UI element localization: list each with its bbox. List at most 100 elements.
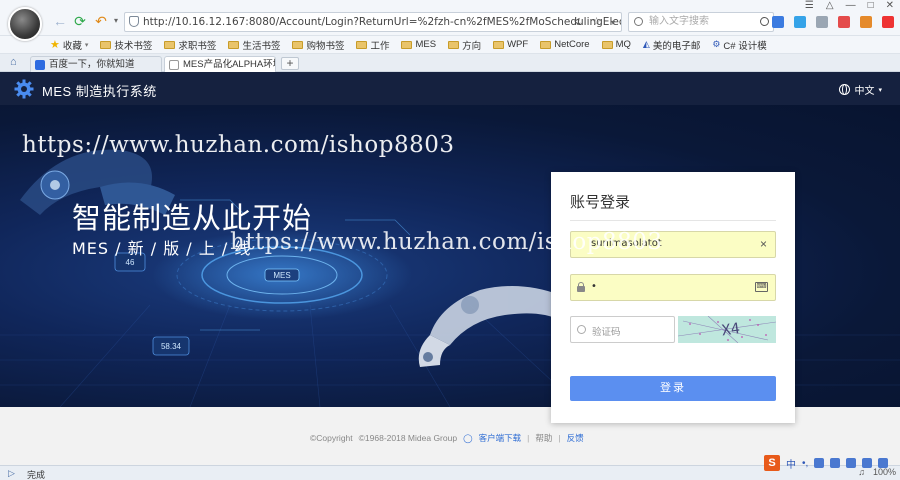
gear-icon: ⚙ [712, 39, 721, 49]
copyright-years: ©1968-2018 Midea Group [358, 433, 458, 443]
bookmark-label: 工作 [370, 40, 390, 52]
language-label: 中文 [854, 86, 875, 97]
extension-icon[interactable] [794, 16, 806, 28]
login-title: 账号登录 [570, 194, 631, 211]
bookmark-item[interactable]: ◭ 美的电子邮 [643, 38, 700, 52]
captcha-image[interactable]: X4 [678, 316, 776, 343]
captcha-input[interactable]: 验证码 [570, 316, 675, 343]
chevron-down-icon: ▾ [84, 41, 89, 49]
watermark-text: https://www.huzhan.com/ishop8803 [22, 132, 455, 158]
bookmarks-label: 收藏 [62, 40, 82, 52]
extension-icon[interactable] [882, 16, 894, 28]
password-field[interactable]: • ⌨ [570, 274, 776, 301]
hero-subtitle: MES / 新 / 版 / 上 / 线 [72, 239, 252, 258]
tab-baidu[interactable]: 百度一下，你就知道 [30, 56, 162, 72]
smile-icon[interactable] [814, 458, 825, 468]
folder-icon [601, 40, 613, 49]
chevron-down-icon[interactable]: ▾ [108, 13, 124, 29]
baidu-favicon-icon [35, 60, 45, 70]
tab-bar: ⌂ 百度一下，你就知道 MES产品化ALPHA环境( × + [0, 54, 900, 72]
bookmark-item[interactable]: MQ [601, 39, 631, 50]
bookmark-item[interactable]: 购物书签 [292, 38, 344, 52]
refresh-icon[interactable]: ⟳ [72, 13, 88, 29]
address-tools: ↯ ☆ ▾ [573, 13, 615, 31]
bookmark-label: MES [415, 39, 437, 50]
login-button[interactable]: 登录 [570, 376, 776, 401]
divider: | [558, 433, 561, 443]
bookmark-label: 方向 [462, 40, 482, 52]
window-controls: ☰ △ — □ ✕ [805, 0, 894, 11]
language-selector[interactable]: 中文 ▾ [839, 82, 882, 97]
bookmark-item[interactable]: 求职书签 [164, 38, 216, 52]
shield-icon [577, 325, 586, 334]
clear-icon[interactable]: × [760, 237, 767, 251]
restore-icon[interactable]: □ [868, 0, 874, 11]
download-icon: ◯ [463, 432, 473, 443]
extension-icon[interactable] [860, 16, 872, 28]
bookmark-label: 美的电子邮 [652, 40, 701, 52]
user-avatar[interactable] [8, 7, 42, 41]
lightning-icon[interactable]: ↯ [573, 15, 582, 28]
mic-icon[interactable] [830, 458, 841, 468]
puzzle-icon[interactable] [816, 16, 828, 28]
toolbox-icon[interactable] [878, 458, 889, 468]
client-download-link[interactable]: 客户端下载 [479, 432, 522, 444]
sidebar-toggle-icon[interactable]: ▷ [8, 468, 15, 479]
feedback-link[interactable]: 反馈 [567, 432, 584, 444]
bookmarks-bar: ★ 收藏 ▾ 技术书签 求职书签 生活书签 购物书签 工作 MES 方向 WPF… [0, 36, 900, 54]
folder-icon [493, 40, 505, 49]
search-placeholder: 输入文字搜索 [649, 16, 709, 27]
chevron-down-icon: ▾ [878, 86, 882, 94]
back-arrow-icon[interactable]: ← [52, 13, 68, 29]
extension-icon[interactable] [838, 16, 850, 28]
bookmarks-menu[interactable]: ★ 收藏 ▾ [50, 38, 88, 52]
skin-icon[interactable] [862, 458, 873, 468]
divider: | [527, 433, 530, 443]
app-title: MES 制造执行系统 [42, 84, 157, 99]
star-icon[interactable]: ☆ [592, 15, 602, 28]
ime-mode[interactable]: 中 [786, 456, 796, 471]
folder-icon [448, 40, 460, 49]
extension-icon[interactable] [772, 16, 784, 28]
new-tab-button[interactable]: + [281, 57, 299, 70]
search-input[interactable]: 输入文字搜索 [628, 12, 774, 32]
minimize-icon[interactable]: — [846, 0, 856, 11]
folder-icon [356, 40, 368, 49]
bookmark-item[interactable]: 工作 [356, 38, 389, 52]
watermark-text: https://www.huzhan.com/ishop8803 [230, 229, 663, 255]
folder-icon [292, 40, 304, 49]
bookmark-item[interactable]: WPF [493, 39, 528, 50]
keyboard-icon[interactable]: ⌨ [755, 282, 768, 292]
undo-icon[interactable]: ↶ [93, 13, 109, 29]
keyboard-icon[interactable] [846, 458, 857, 468]
bookmark-item[interactable]: 方向 [448, 38, 481, 52]
skin-icon[interactable]: △ [826, 0, 834, 11]
bookmark-item[interactable]: 技术书签 [100, 38, 152, 52]
search-icon[interactable] [760, 17, 769, 26]
lock-icon [577, 282, 585, 292]
bookmark-item[interactable]: MES [401, 39, 436, 50]
bookmark-label: C# 设计模 [723, 40, 767, 52]
address-bar[interactable]: http://10.16.12.167:8080/Account/Login?R… [124, 12, 622, 32]
tab-title: MES产品化ALPHA环境( [183, 59, 276, 70]
bookmark-item[interactable]: 生活书签 [228, 38, 280, 52]
tab-mes[interactable]: MES产品化ALPHA环境( × [164, 56, 276, 72]
bookmark-label: 求职书签 [178, 40, 217, 52]
copyright-text: ©Copyright [310, 433, 353, 443]
divider [570, 220, 776, 221]
home-icon[interactable]: ⌂ [10, 57, 21, 68]
close-icon[interactable]: ✕ [886, 0, 894, 11]
bookmark-item[interactable]: ⚙ C# 设计模 [712, 38, 766, 52]
menu-icon[interactable]: ☰ [805, 0, 814, 11]
punctuation-icon[interactable]: •, [802, 458, 808, 469]
bookmark-label: MQ [615, 39, 631, 50]
close-tab-icon[interactable]: × [265, 57, 271, 72]
status-text: 完成 [27, 470, 46, 480]
bookmark-label: 技术书签 [114, 40, 153, 52]
bookmark-item[interactable]: NetCore [540, 39, 590, 50]
dropdown-icon[interactable]: ▾ [611, 18, 615, 27]
sogou-icon[interactable]: S [764, 455, 780, 471]
captcha-placeholder: 验证码 [592, 327, 621, 338]
help-link[interactable]: 帮助 [535, 432, 552, 444]
bookmark-label: 生活书签 [242, 40, 281, 52]
